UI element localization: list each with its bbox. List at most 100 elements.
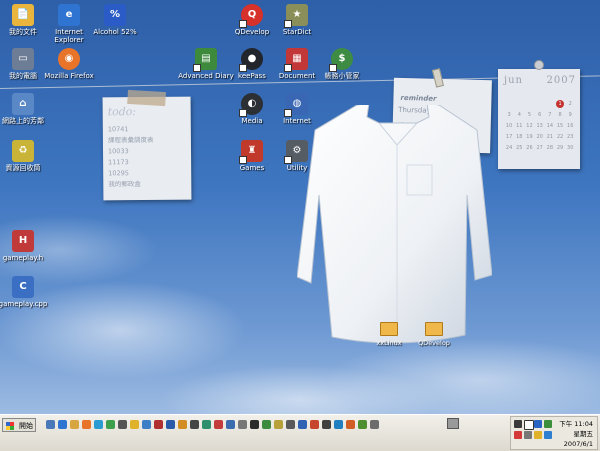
tray-icon[interactable]: [514, 431, 522, 439]
volume-icon[interactable]: [524, 431, 532, 439]
games-folder-icon: ♜: [239, 140, 263, 164]
desktop-icon-gameplay-cpp[interactable]: C gameplay.cpp: [0, 276, 52, 308]
calendar-day: 29: [556, 145, 564, 151]
desktop-icon-stardict[interactable]: ★ StarDict: [268, 4, 326, 36]
quick-launch-bar: [44, 417, 380, 432]
calendar-day: 9: [568, 112, 572, 118]
todo-item: 我的郵政盒: [108, 180, 141, 189]
app-icon-2[interactable]: [129, 420, 139, 429]
calendar-day: 11: [516, 123, 523, 129]
system-tray: 下午 11:04 星期五 2007/6/1: [510, 416, 598, 450]
network-tray-icon[interactable]: [544, 431, 552, 439]
calendar-day: 24: [505, 145, 513, 151]
calendar-day: 17: [505, 134, 513, 140]
ie-quick-icon[interactable]: [57, 420, 67, 429]
app-icon-4[interactable]: [153, 420, 163, 429]
desktop-folder-xxlinux[interactable]: xxLinux: [369, 322, 409, 347]
calendar-day: 3: [507, 112, 511, 118]
desktop-icon-recycle-bin[interactable]: ♻ 資源回收筒: [0, 140, 52, 172]
todo-item: 11173: [108, 158, 129, 167]
app-icon-17[interactable]: [309, 420, 319, 429]
folder-quick-icon[interactable]: [69, 420, 79, 429]
calendar-day: 19: [526, 134, 533, 140]
app-icon-21[interactable]: [357, 420, 367, 429]
desktop-icon-accounting[interactable]: $ 帳務小管家: [313, 48, 371, 80]
app-icon-10[interactable]: [225, 420, 235, 429]
calendar-grid: 1 2 3 4 5 6 7 8 9 10 11 12 13 14 15 16 17 18 19 20 21 22 23 24 2…: [504, 99, 576, 154]
clock[interactable]: 下午 11:04 星期五 2007/6/1: [559, 419, 593, 449]
app-icon-12[interactable]: [249, 420, 259, 429]
app-icon-6[interactable]: [177, 420, 187, 429]
firefox-quick-icon[interactable]: [81, 420, 91, 429]
advanced-diary-icon: ▤: [193, 48, 217, 72]
app-icon-15[interactable]: [285, 420, 295, 429]
calendar-day: [545, 99, 555, 110]
tray-icon[interactable]: [534, 420, 542, 428]
calendar-day: 28: [546, 145, 554, 151]
tray-icon[interactable]: [524, 420, 534, 430]
todo-note[interactable]: todo: 10741 課程表彙調度表 10033 11173 10295 我的…: [102, 89, 192, 201]
recycle-bin-icon: ♻: [12, 140, 34, 162]
todo-item: 10741: [107, 125, 129, 134]
desktop-icon-alcohol[interactable]: % Alcohol 52%: [86, 4, 144, 36]
calendar-today-marker: 1: [556, 100, 565, 108]
windows-logo-icon: [6, 422, 14, 430]
clock-weekday: 星期五: [573, 430, 594, 438]
folder-icon: [425, 322, 443, 336]
app-icon-5[interactable]: [165, 420, 175, 429]
app-icon-19[interactable]: [333, 420, 343, 429]
pushpin-icon: [534, 60, 544, 70]
taskbar: 開始 下午 11:04 星期五 2007/6/1: [0, 414, 600, 451]
tray-icon[interactable]: [544, 420, 552, 428]
calendar-day: 21: [546, 134, 554, 140]
app-icon-18[interactable]: [321, 420, 331, 429]
desktop-icon-gameplay-h[interactable]: H gameplay.h: [0, 230, 52, 262]
app-icon-20[interactable]: [345, 420, 355, 429]
calendar-day: 25: [516, 145, 523, 151]
calendar-day: 13: [536, 123, 543, 129]
app-icon-22[interactable]: [369, 420, 379, 429]
app-icon-11[interactable]: [237, 420, 247, 429]
tray-icon[interactable]: [514, 420, 522, 428]
calendar-day: 18: [516, 134, 523, 140]
folder-icon: [380, 322, 398, 336]
media-player-icon[interactable]: [93, 420, 103, 429]
printer-icon[interactable]: [447, 418, 459, 429]
app-icon-13[interactable]: [261, 420, 271, 429]
app-icon-3[interactable]: [141, 420, 151, 429]
todo-title: todo:: [107, 105, 137, 119]
shirt-wallpaper-image: [297, 105, 492, 344]
todo-item: 10295: [108, 169, 129, 178]
calendar-widget[interactable]: jun 2007 1 2 3 4 5 6 7 8 9 10 11 12 13 14 15 16 17 18 19 20…: [498, 60, 580, 169]
calendar-day: [504, 99, 514, 110]
app-icon-8[interactable]: [201, 420, 211, 429]
tray-icon[interactable]: [534, 431, 542, 439]
desktop-folder-qdevelop[interactable]: QDevelop: [414, 322, 454, 347]
reminder-title: reminder: [400, 93, 437, 103]
calendar-day: 7: [548, 112, 552, 118]
accounting-icon: $: [329, 48, 353, 72]
calendar-year: 2007: [546, 75, 576, 86]
show-desktop-icon[interactable]: [45, 420, 55, 429]
desktop-icon-network[interactable]: ⌂ 網路上的芳鄰: [0, 93, 52, 125]
calendar-day: 22: [556, 134, 564, 140]
calendar-day: 1: [555, 99, 565, 110]
app-icon-9[interactable]: [213, 420, 223, 429]
calendar-day: 8: [558, 112, 562, 118]
app-icon-1[interactable]: [117, 420, 127, 429]
start-label: 開始: [19, 422, 33, 430]
start-button[interactable]: 開始: [2, 418, 36, 432]
calendar-month: jun: [504, 75, 523, 86]
document-folder-icon: ▦: [284, 48, 308, 72]
qdevelop-icon: Q: [239, 4, 263, 28]
keepass-icon: ●: [239, 48, 263, 72]
desktop-icon-firefox[interactable]: ◉ Mozilla Firefox: [40, 48, 98, 80]
app-icon-16[interactable]: [297, 420, 307, 429]
calendar-day: 4: [517, 112, 521, 118]
stardict-icon: ★: [284, 4, 308, 28]
header-file-icon: H: [12, 230, 34, 252]
app-icon-14[interactable]: [273, 420, 283, 429]
media-folder-icon: ◐: [239, 93, 263, 117]
messenger-icon[interactable]: [105, 420, 115, 429]
app-icon-7[interactable]: [189, 420, 199, 429]
